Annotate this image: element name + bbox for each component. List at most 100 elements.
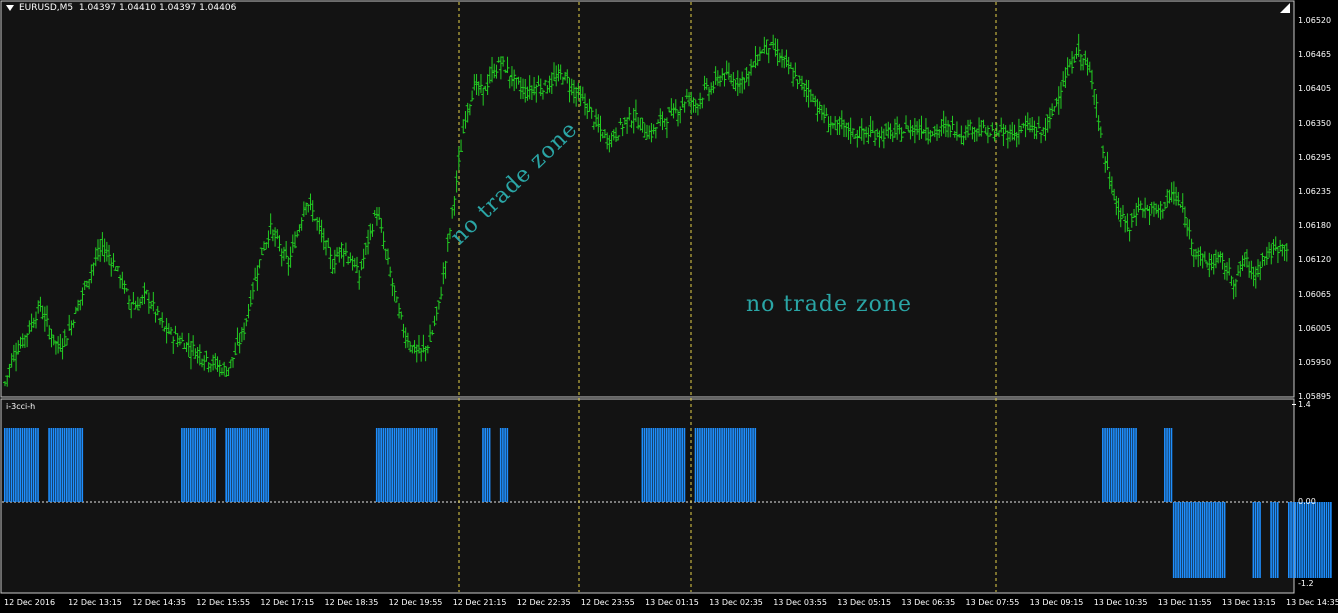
histogram-bar — [1294, 502, 1297, 578]
histogram-bar — [34, 428, 37, 502]
histogram-bar — [417, 428, 420, 502]
time-tick-label: 13 Dec 09:15 — [1029, 598, 1084, 607]
time-tick-label: 12 Dec 15:55 — [196, 598, 251, 607]
histogram-bar — [694, 428, 697, 502]
histogram-bar — [207, 428, 210, 502]
histogram-bar — [249, 428, 252, 502]
histogram-bar — [433, 428, 436, 502]
histogram-bar — [484, 428, 487, 502]
histogram-bar — [1166, 428, 1168, 502]
histogram-bar — [400, 428, 402, 502]
histogram-bar — [719, 428, 721, 502]
chart-canvas[interactable] — [0, 0, 1338, 613]
time-tick-label: 12 Dec 22:35 — [516, 598, 571, 607]
histogram-bar — [225, 428, 227, 502]
collapse-triangle-icon[interactable] — [6, 4, 14, 11]
histogram-bar — [745, 428, 748, 502]
histogram-bar — [1312, 502, 1314, 578]
histogram-bar — [37, 428, 39, 502]
histogram-bar — [406, 428, 409, 502]
histogram-bar — [398, 428, 400, 502]
histogram-bar — [1206, 502, 1208, 578]
histogram-bar — [747, 428, 750, 502]
histogram-bar — [382, 428, 385, 502]
histogram-bar — [198, 428, 201, 502]
histogram-bar — [734, 428, 737, 502]
histogram-bar — [701, 428, 703, 502]
histogram-bar — [703, 428, 706, 502]
histogram-bar — [506, 428, 509, 502]
histogram-bar — [1221, 502, 1224, 578]
histogram-bar — [409, 428, 411, 502]
histogram-bar — [212, 428, 214, 502]
histogram-bar — [59, 428, 61, 502]
histogram-bar — [1307, 502, 1310, 578]
histogram-bar — [23, 428, 26, 502]
price-tick-label: 1.06350 — [1298, 118, 1332, 128]
histogram-bar — [1270, 502, 1272, 578]
histogram-bar — [1310, 502, 1312, 578]
trading-chart-window[interactable]: EURUSD,M5 1.04397 1.04410 1.04397 1.0440… — [0, 0, 1338, 613]
histogram-bar — [391, 428, 394, 502]
histogram-bar — [725, 428, 728, 502]
histogram-bar — [657, 428, 659, 502]
histogram-bar — [663, 428, 666, 502]
histogram-bar — [1179, 502, 1182, 578]
histogram-bar — [28, 428, 30, 502]
price-panel[interactable] — [0, 0, 1295, 398]
histogram-bar — [32, 428, 35, 502]
histogram-bar — [752, 428, 754, 502]
histogram-bar — [12, 428, 15, 502]
histogram-bar — [699, 428, 701, 502]
histogram-bar — [710, 428, 712, 502]
time-tick-label: 12 Dec 17:15 — [260, 598, 315, 607]
histogram-bar — [265, 428, 267, 502]
indicator-scale-bottom: -1.2 — [1298, 579, 1314, 588]
histogram-bar — [1203, 502, 1206, 578]
histogram-bar — [1110, 428, 1113, 502]
histogram-bar — [251, 428, 254, 502]
histogram-bar — [499, 428, 502, 502]
time-tick-label: 13 Dec 11:55 — [1157, 598, 1212, 607]
ohlc-values: 1.04397 1.04410 1.04397 1.04406 — [78, 3, 237, 13]
histogram-bar — [227, 428, 230, 502]
histogram-bar — [1183, 502, 1186, 578]
histogram-bar — [1254, 502, 1257, 578]
histogram-bar — [502, 428, 504, 502]
histogram-bar — [57, 428, 59, 502]
histogram-bar — [743, 428, 746, 502]
histogram-bar — [243, 428, 245, 502]
histogram-bar — [384, 428, 387, 502]
histogram-bar — [6, 428, 8, 502]
histogram-bar — [375, 428, 378, 502]
histogram-bar — [723, 428, 726, 502]
chart-title: EURUSD,M5 1.04397 1.04410 1.04397 1.0440… — [6, 3, 236, 13]
histogram-bar — [50, 428, 53, 502]
histogram-bar — [19, 428, 22, 502]
histogram-bar — [68, 428, 70, 502]
histogram-bar — [81, 428, 84, 502]
histogram-bar — [232, 428, 234, 502]
price-tick-label: 1.06180 — [1298, 221, 1332, 231]
histogram-bar — [402, 428, 405, 502]
histogram-bar — [1217, 502, 1219, 578]
histogram-bar — [721, 428, 723, 502]
histogram-bar — [389, 428, 391, 502]
histogram-bar — [714, 428, 717, 502]
histogram-bar — [48, 428, 50, 502]
time-tick-label: 12 Dec 19:55 — [388, 598, 443, 607]
histogram-bar — [1135, 428, 1137, 502]
time-tick-label: 13 Dec 10:35 — [1093, 598, 1148, 607]
histogram-bar — [1172, 502, 1175, 578]
histogram-bar — [229, 428, 232, 502]
histogram-bar — [54, 428, 57, 502]
histogram-bar — [424, 428, 427, 502]
histogram-bar — [750, 428, 752, 502]
histogram-bar — [1259, 502, 1261, 578]
histogram-bar — [1121, 428, 1124, 502]
histogram-bar — [1257, 502, 1259, 578]
histogram-bar — [488, 428, 491, 502]
histogram-bar — [1115, 428, 1117, 502]
time-tick-label: 13 Dec 14:35 — [1286, 598, 1338, 607]
histogram-bar — [380, 428, 382, 502]
